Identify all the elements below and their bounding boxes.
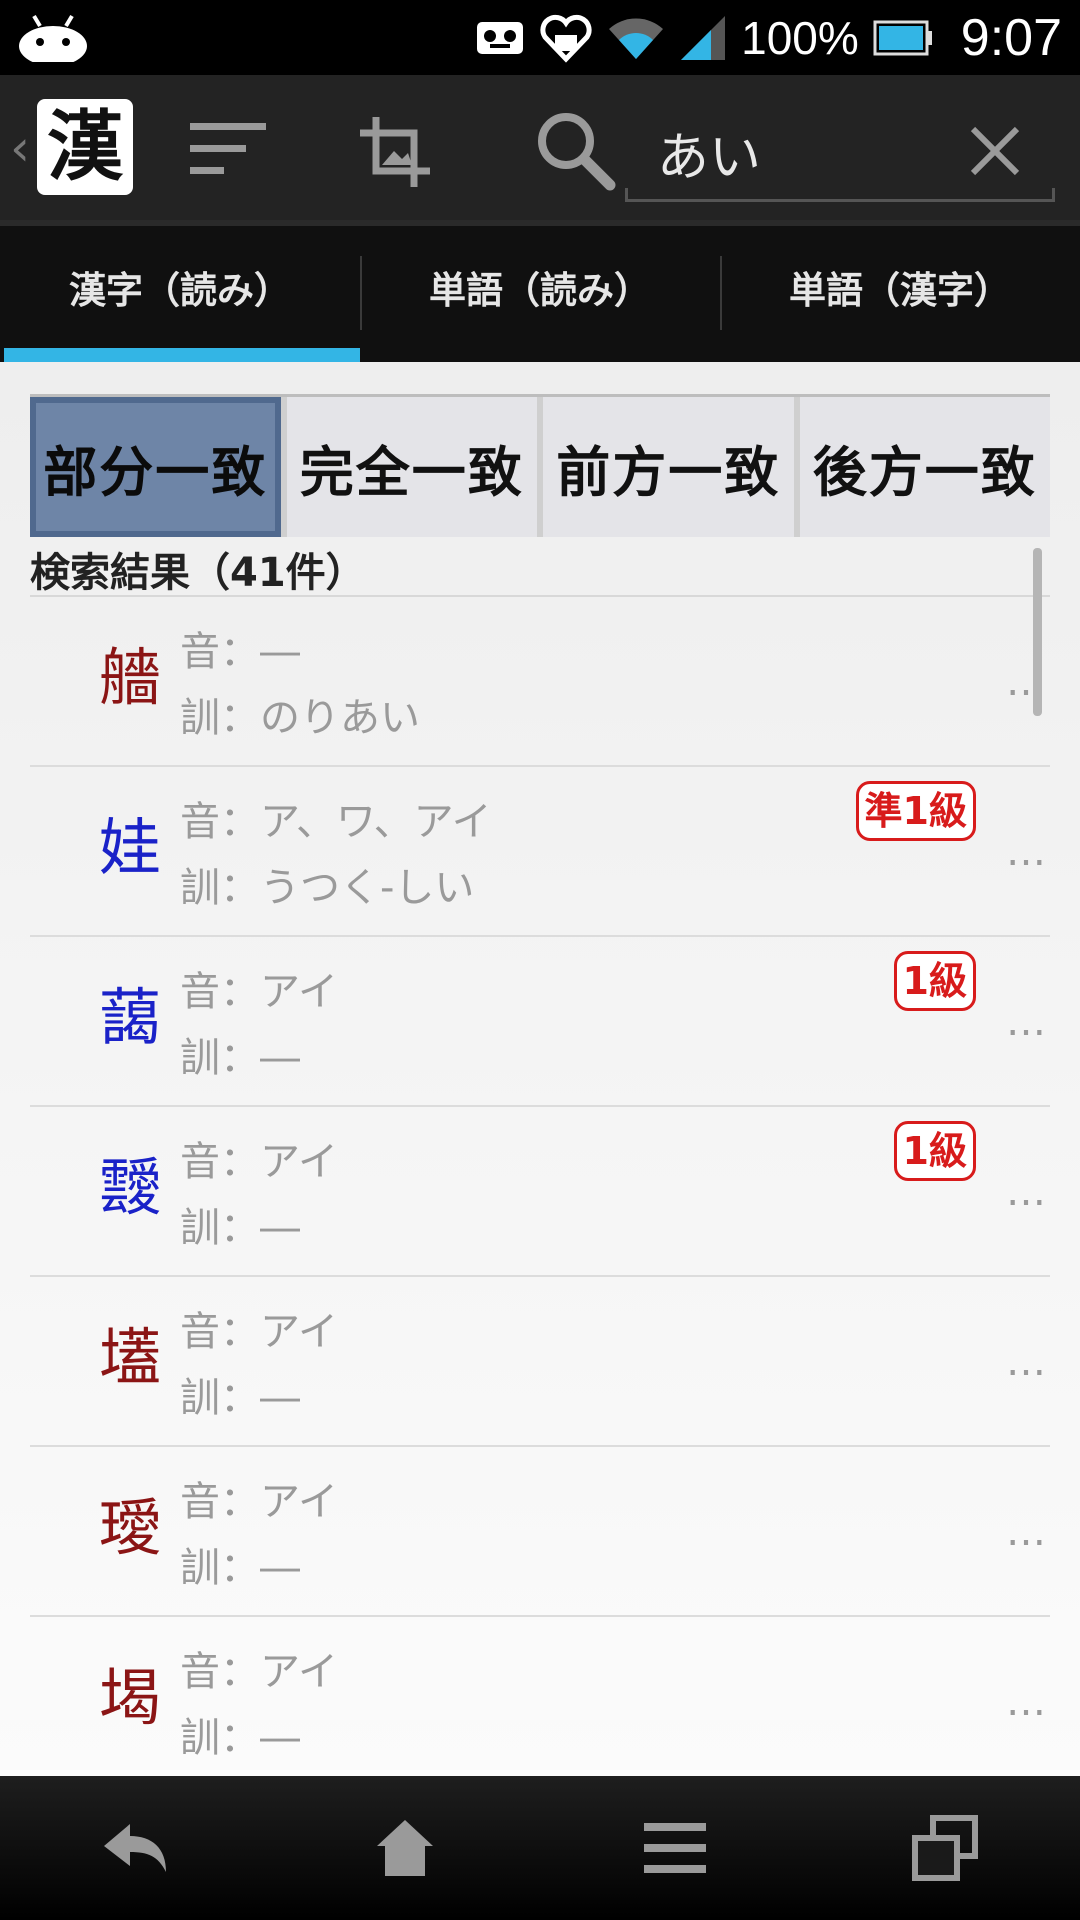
list-item[interactable]: 堨 音：アイ 訓：― … <box>30 1617 1050 1785</box>
results-count: 検索結果（41件） <box>30 550 366 596</box>
wifi-icon <box>607 15 665 61</box>
kanji-char: 藹 <box>98 981 161 1054</box>
kun-reading: 訓：― <box>180 1375 300 1421</box>
match-exact-button[interactable]: 完全一致 <box>286 397 537 537</box>
crop-image-icon[interactable] <box>358 115 432 189</box>
battery-percent: 100% <box>741 11 859 64</box>
match-suffix-button[interactable]: 後方一致 <box>799 397 1050 537</box>
close-icon[interactable] <box>965 121 1025 181</box>
kanji-char: 靉 <box>98 1151 161 1224</box>
on-reading: 音：ア、ワ、アイ <box>180 799 492 845</box>
kun-reading: 訓：― <box>180 1715 300 1761</box>
list-item[interactable]: 靉 音：アイ 訓：― 1級 … <box>30 1107 1050 1277</box>
on-reading: 音：アイ <box>180 1139 338 1185</box>
kun-reading: 訓：― <box>180 1545 300 1591</box>
menu-icon <box>644 1823 706 1873</box>
kun-reading: 訓：― <box>180 1205 300 1251</box>
kanji-char: 堨 <box>98 1661 161 1734</box>
kun-reading: 訓：うつく-しい <box>180 865 475 911</box>
search-type-tabs: 漢字（読み） 単語（読み） 単語（漢字） <box>0 226 1080 362</box>
kanji-char: 娃 <box>98 811 161 884</box>
signal-icon <box>679 14 727 62</box>
grade-badge: 準1級 <box>855 781 976 841</box>
match-mode-selector: 部分一致 完全一致 前方一致 後方一致 <box>30 394 1050 537</box>
up-chevron-icon[interactable]: ‹ <box>10 123 30 173</box>
more-options-icon[interactable]: … <box>1006 1679 1048 1725</box>
more-options-icon[interactable]: … <box>1006 1169 1048 1215</box>
scrollbar[interactable] <box>1033 548 1042 716</box>
on-reading: 音：アイ <box>180 969 338 1015</box>
more-options-icon[interactable]: … <box>1006 829 1048 875</box>
on-reading: 音：アイ <box>180 1479 338 1525</box>
heart-notification-icon <box>539 13 593 63</box>
match-partial-button[interactable]: 部分一致 <box>30 397 281 537</box>
search-field[interactable] <box>625 103 1055 202</box>
recent-apps-button[interactable] <box>810 1776 1080 1920</box>
recent-apps-icon <box>912 1815 978 1881</box>
tab-word-kanji[interactable]: 単語（漢字） <box>720 226 1080 362</box>
menu-button[interactable] <box>540 1776 810 1920</box>
home-icon <box>377 1820 433 1876</box>
kanji-char: 艢 <box>98 641 161 714</box>
grade-badge: 1級 <box>893 1121 976 1181</box>
more-options-icon[interactable]: … <box>1006 1339 1048 1385</box>
status-bar: 100% 9:07 <box>0 0 1080 75</box>
on-reading: 音：アイ <box>180 1649 338 1695</box>
list-item[interactable]: 璦 音：アイ 訓：― … <box>30 1447 1050 1617</box>
list-item[interactable]: 娃 音：ア、ワ、アイ 訓：うつく-しい 準1級 … <box>30 767 1050 937</box>
tab-kanji-reading[interactable]: 漢字（読み） <box>0 226 360 362</box>
search-icon <box>538 113 616 191</box>
action-bar: ‹ 漢 <box>0 75 1080 226</box>
kanji-char: 璦 <box>98 1491 161 1564</box>
kun-reading: 訓：― <box>180 1035 300 1081</box>
back-icon <box>104 1824 166 1872</box>
home-button[interactable] <box>270 1776 540 1920</box>
list-item[interactable]: 藹 音：アイ 訓：― 1級 … <box>30 937 1050 1107</box>
results-list: 艢 音：― 訓：のりあい … 娃 音：ア、ワ、アイ 訓：うつく-しい 準1級 …… <box>30 597 1050 1785</box>
search-input[interactable] <box>655 111 959 193</box>
kanji-char: 壒 <box>98 1321 161 1394</box>
grade-badge: 1級 <box>893 951 976 1011</box>
more-options-icon[interactable]: … <box>1006 1509 1048 1555</box>
kun-reading: 訓：のりあい <box>180 695 420 741</box>
match-prefix-button[interactable]: 前方一致 <box>543 397 794 537</box>
battery-icon <box>873 20 933 56</box>
android-debug-icon <box>19 14 87 62</box>
on-reading: 音：― <box>180 629 300 675</box>
clock: 9:07 <box>960 8 1062 67</box>
back-button[interactable] <box>0 1776 270 1920</box>
navigation-bar <box>0 1776 1080 1920</box>
list-item[interactable]: 艢 音：― 訓：のりあい … <box>30 597 1050 767</box>
tab-word-reading[interactable]: 単語（読み） <box>360 226 720 362</box>
app-logo[interactable]: 漢 <box>37 99 133 195</box>
list-item[interactable]: 壒 音：アイ 訓：― … <box>30 1277 1050 1447</box>
more-options-icon[interactable]: … <box>1006 999 1048 1045</box>
sort-icon[interactable] <box>186 119 270 179</box>
content-area: 部分一致 完全一致 前方一致 後方一致 検索結果（41件） 艢 音：― 訓：のり… <box>0 362 1080 1776</box>
voicemail-icon <box>475 16 525 60</box>
on-reading: 音：アイ <box>180 1309 338 1355</box>
